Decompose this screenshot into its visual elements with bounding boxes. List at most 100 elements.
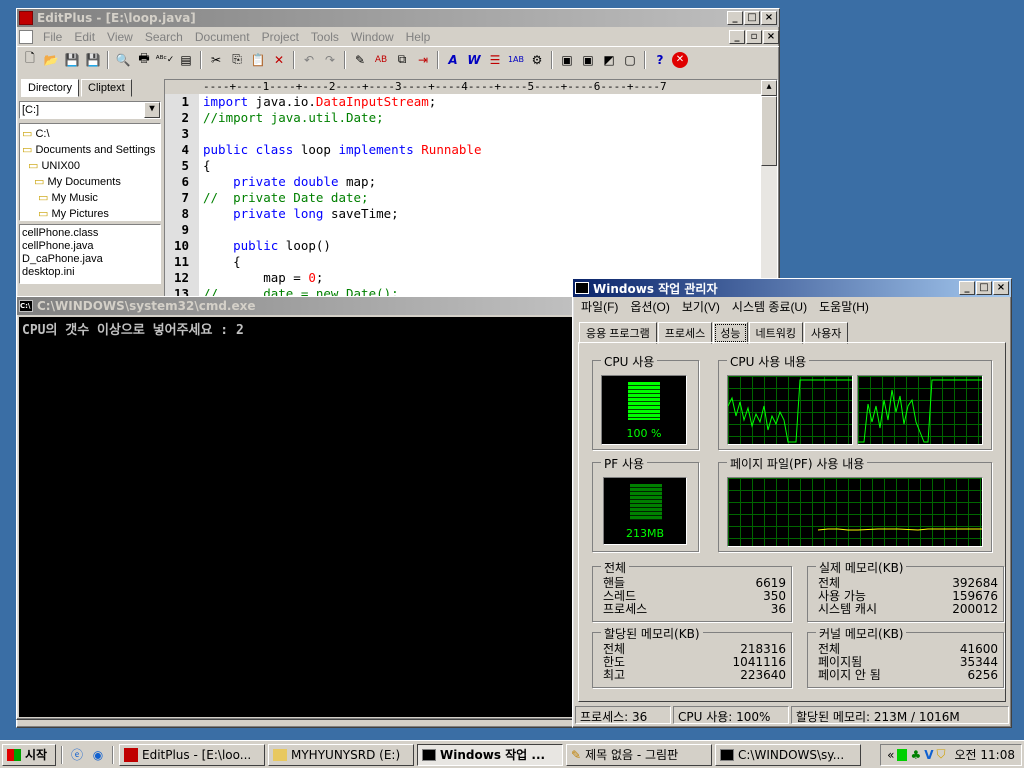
tab-users[interactable]: 사용자 — [804, 322, 849, 344]
minimize-button[interactable]: _ — [959, 281, 975, 295]
directory-window-icon[interactable]: ▣ — [558, 51, 576, 69]
browser-icon[interactable]: ▤ — [177, 51, 195, 69]
tab-cliptext[interactable]: Cliptext — [81, 79, 132, 97]
cmd-titlebar[interactable]: C:\ C:\WINDOWS\system32\cmd.exe — [17, 297, 575, 315]
security-shield-icon[interactable]: ⛉ — [937, 747, 946, 762]
start-button[interactable]: 시작 — [2, 743, 56, 766]
minimize-button[interactable]: _ — [727, 11, 743, 25]
goto-line-icon[interactable]: ⇥ — [414, 51, 432, 69]
tree-item[interactable]: ▭ Documents and Settings — [22, 142, 158, 158]
save-icon[interactable]: 💾 — [63, 51, 81, 69]
print-preview-icon[interactable]: 🔍 — [114, 51, 132, 69]
redo-icon[interactable]: ↷ — [321, 51, 339, 69]
code-editor[interactable]: ----+----1----+----2----+----3----+----4… — [164, 79, 778, 299]
open-folder-icon[interactable]: 📂 — [42, 51, 60, 69]
stop-icon[interactable]: ✕ — [672, 51, 688, 68]
replace-icon[interactable]: AB — [372, 51, 390, 69]
close-button[interactable]: × — [993, 281, 1009, 295]
tab-networking[interactable]: 네트워킹 — [748, 322, 803, 344]
editplus-title: EditPlus - [E:\loop.java] — [37, 11, 196, 25]
scroll-thumb[interactable] — [761, 96, 777, 166]
font-icon[interactable]: A — [444, 51, 462, 69]
tree-item[interactable]: ▭ My Music — [22, 190, 158, 206]
maximize-button[interactable]: □ — [744, 11, 760, 25]
kernel-memory-group: 커널 메모리(KB) 전체 41600 페이지됨 35344 페이지 안 됨 6256 — [807, 625, 1004, 688]
editplus-toolbar: 🗋 📂 💾 💾 🔍 🖶 ᴬᴮᶜ✓ ▤ ✂ ⎘ 📋 ✕ ↶ ↷ ✎ AB ⧉ ⇥ … — [17, 46, 779, 72]
tab-applications[interactable]: 응용 프로그램 — [579, 322, 657, 344]
tab-directory[interactable]: Directory — [21, 79, 80, 97]
menu-file[interactable]: 파일(F) — [575, 298, 624, 315]
settings-icon[interactable]: ⚙ — [528, 51, 546, 69]
delete-icon[interactable]: ✕ — [270, 51, 288, 69]
undo-icon[interactable]: ↶ — [300, 51, 318, 69]
drive-select[interactable]: [C:] ▾ — [19, 101, 161, 119]
copy-icon[interactable]: ⎘ — [228, 51, 246, 69]
vertical-scrollbar[interactable]: ▴ — [761, 80, 777, 286]
tab-processes[interactable]: 프로세스 — [657, 322, 713, 344]
word-wrap-icon[interactable]: W — [465, 51, 483, 69]
folder-icon: ▭ — [22, 128, 33, 140]
scroll-up-arrow[interactable]: ▴ — [761, 80, 777, 96]
tree-item[interactable]: ▭ My Documents — [22, 174, 158, 190]
tab-performance[interactable]: 성능 — [713, 322, 748, 344]
tree-item[interactable]: ▭ UNIX00 — [22, 158, 158, 174]
menu-file[interactable]: File — [37, 30, 68, 44]
ie-quicklaunch-icon[interactable]: ⓔ — [68, 746, 86, 764]
tree-item[interactable]: ▭ C:\ — [22, 126, 158, 142]
menu-help[interactable]: 도움말(H) — [813, 298, 875, 315]
tray-expand-button[interactable]: « — [887, 748, 894, 762]
new-file-icon[interactable]: 🗋 — [21, 51, 39, 69]
ruler-icon[interactable]: ☰ — [486, 51, 504, 69]
directory-panel: Directory Cliptext [C:] ▾ ▭ C:\ ▭ Docume… — [19, 79, 161, 299]
taskmgr-titlebar[interactable]: Windows 작업 관리자 _ □ × — [573, 279, 1011, 297]
taskbar-button-taskmgr[interactable]: Windows 작업 ... — [417, 743, 563, 766]
menu-options[interactable]: 옵션(O) — [624, 298, 675, 315]
taskbar-button-cmd[interactable]: C:\WINDOWS\sy... — [715, 743, 861, 766]
menu-help[interactable]: Help — [400, 30, 437, 44]
menu-tools[interactable]: Tools — [305, 30, 345, 44]
find-icon[interactable]: ✎ — [351, 51, 369, 69]
help-icon[interactable]: ? — [651, 51, 669, 69]
menu-shutdown[interactable]: 시스템 종료(U) — [726, 298, 813, 315]
chevron-down-icon[interactable]: ▾ — [144, 102, 160, 118]
save-all-icon[interactable]: 💾 — [84, 51, 102, 69]
tray-app-icon[interactable]: ♣ — [910, 748, 921, 762]
editplus-titlebar[interactable]: EditPlus - [E:\loop.java] _ □ × — [17, 9, 779, 27]
paste-icon[interactable]: 📋 — [249, 51, 267, 69]
file-item[interactable]: cellPhone.class — [22, 227, 158, 240]
line-number-icon[interactable]: 1AB — [507, 51, 525, 69]
menu-edit[interactable]: Edit — [68, 30, 101, 44]
menu-project[interactable]: Project — [256, 30, 305, 44]
code-text[interactable]: import java.io.DataInputStream;//import … — [199, 94, 761, 298]
close-button[interactable]: × — [761, 11, 777, 25]
menu-view[interactable]: 보기(V) — [676, 298, 726, 315]
menu-document[interactable]: Document — [189, 30, 256, 44]
fullscreen-icon[interactable]: ▢ — [621, 51, 639, 69]
clock[interactable]: 오전 11:08 — [955, 746, 1015, 763]
taskbar-button-explorer[interactable]: MYHYUNYSRD (E:) — [268, 743, 414, 766]
doc-minimize-button[interactable]: _ — [729, 29, 745, 44]
network-icon[interactable] — [897, 748, 908, 761]
doc-restore-button[interactable]: ▫ — [746, 29, 762, 44]
taskbar-button-paint[interactable]: ✎ 제목 없음 - 그림판 — [566, 743, 712, 766]
file-item[interactable]: cellPhone.java — [22, 240, 158, 253]
menu-search[interactable]: Search — [139, 30, 189, 44]
doc-close-button[interactable]: × — [763, 29, 779, 44]
cut-icon[interactable]: ✂ — [207, 51, 225, 69]
menu-view[interactable]: View — [101, 30, 139, 44]
volume-icon[interactable]: V — [924, 748, 933, 762]
html-toolbar-icon[interactable]: ◩ — [600, 51, 618, 69]
file-item[interactable]: D_caPhone.java — [22, 253, 158, 266]
output-window-icon[interactable]: ▣ — [579, 51, 597, 69]
taskbar-button-editplus[interactable]: EditPlus - [E:\loo... — [119, 743, 265, 766]
cmd-console[interactable]: CPU의 갯수 이상으로 넣어주세요 : 2 — [19, 317, 573, 717]
tree-item[interactable]: ▭ My Pictures — [22, 206, 158, 220]
print-icon[interactable]: 🖶 — [135, 51, 153, 69]
maximize-button[interactable]: □ — [976, 281, 992, 295]
menu-window[interactable]: Window — [345, 30, 400, 44]
tree-item-label: My Documents — [47, 176, 121, 188]
spellcheck-icon[interactable]: ᴬᴮᶜ✓ — [156, 51, 175, 69]
desktop-quicklaunch-icon[interactable]: ◉ — [89, 746, 107, 764]
file-item[interactable]: desktop.ini — [22, 266, 158, 279]
find-in-files-icon[interactable]: ⧉ — [393, 51, 411, 69]
